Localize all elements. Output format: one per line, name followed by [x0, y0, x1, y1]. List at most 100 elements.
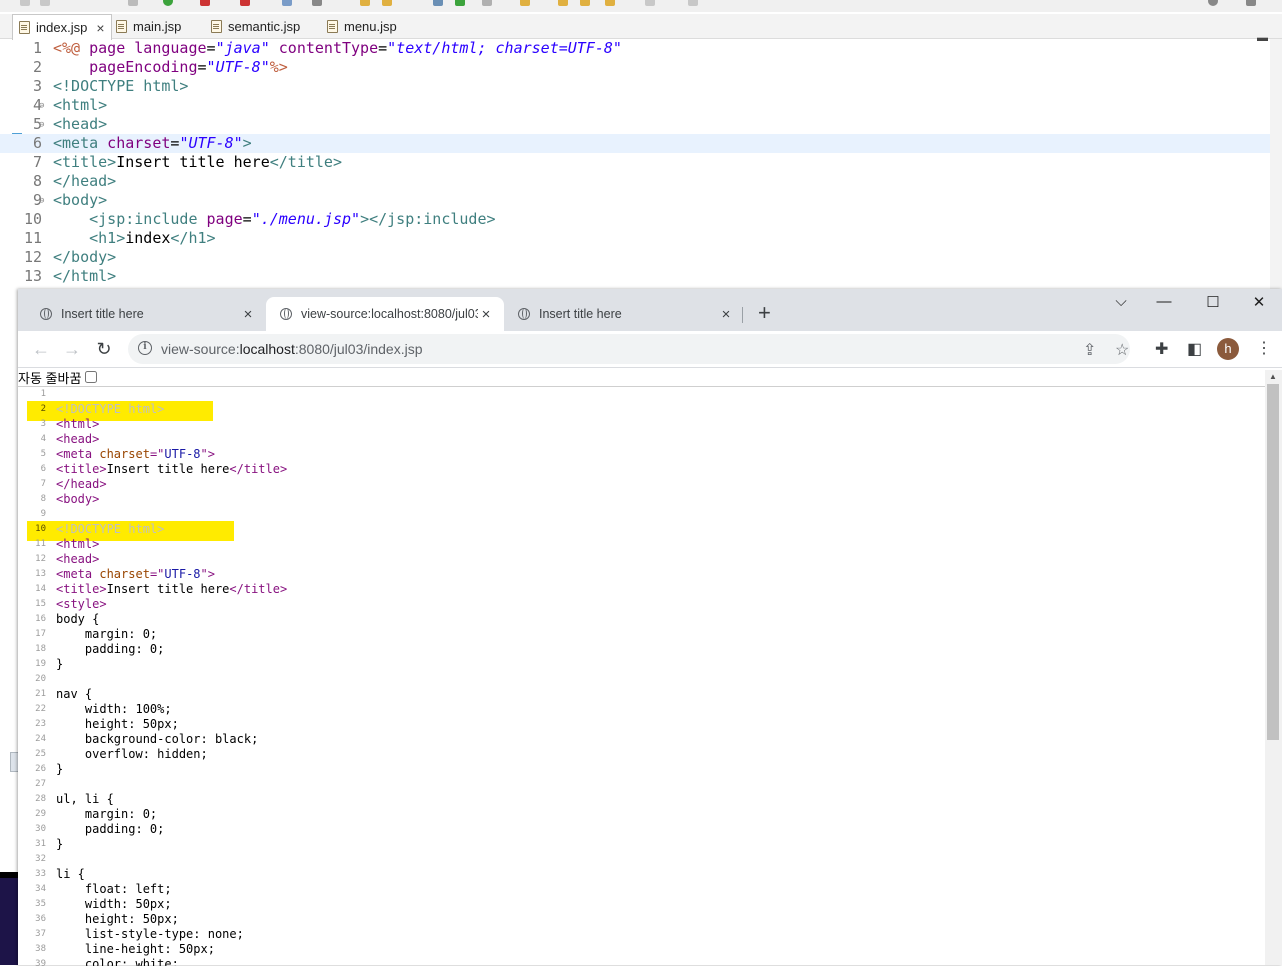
line-number: 10: [23, 210, 42, 228]
browser-tab-2-active[interactable]: view-source:localhost:8080/jul03 ×: [266, 297, 504, 331]
toolbar-icon[interactable]: [520, 0, 530, 6]
minimize-button[interactable]: —: [1149, 293, 1179, 310]
site-info-icon[interactable]: i: [138, 341, 152, 355]
back-arrow-icon[interactable]: [558, 0, 568, 6]
more-menu-icon[interactable]: ⋮: [1256, 338, 1272, 358]
source-line: 9: [18, 507, 1265, 522]
source-code: <style>: [56, 597, 107, 611]
scrollbar-thumb[interactable]: [1267, 384, 1279, 740]
share-icon[interactable]: ⇪: [1083, 340, 1096, 360]
source-line: 20: [18, 672, 1265, 687]
source-code: <!DOCTYPE html>: [56, 402, 165, 416]
editor-tab-index-jsp[interactable]: index.jsp ×: [12, 14, 112, 40]
source-code: <head>: [56, 552, 100, 566]
back-button[interactable]: ←: [30, 339, 52, 360]
url-text[interactable]: view-source:localhost:8080/jul03/index.j…: [161, 341, 423, 357]
close-icon[interactable]: ×: [718, 306, 734, 323]
toolbar-icon[interactable]: [645, 0, 655, 6]
toolbar-icon[interactable]: [382, 0, 392, 6]
source-line: 33 li {: [18, 867, 1265, 882]
line-wrap-checkbox[interactable]: [85, 371, 98, 383]
line-number: 2: [32, 58, 42, 76]
source-line-number: 22: [35, 704, 46, 714]
run-icon[interactable]: [163, 0, 173, 6]
toolbar-icon[interactable]: [605, 0, 615, 6]
close-icon[interactable]: ×: [240, 306, 256, 323]
bookmark-star-icon[interactable]: ☆: [1115, 340, 1129, 360]
fold-toggle-icon[interactable]: ⊖: [39, 192, 44, 211]
source-line-number: 23: [35, 719, 46, 729]
forward-button[interactable]: →: [61, 339, 83, 360]
toolbar-icon[interactable]: [240, 0, 250, 6]
source-line-number: 2: [40, 404, 46, 414]
source-line: 12 <head>: [18, 552, 1265, 567]
code-editor[interactable]: 1 <%@ page language="java" contentType="t…: [0, 39, 1282, 289]
line-number: 13: [23, 267, 42, 285]
close-icon[interactable]: ×: [478, 306, 494, 323]
editor-tab-menu-jsp[interactable]: menu.jsp: [321, 14, 397, 38]
toolbar-icon[interactable]: [200, 0, 210, 6]
source-code: padding: 0;: [56, 822, 165, 836]
folder-icon[interactable]: [360, 0, 370, 6]
source-code: margin: 0;: [56, 627, 158, 641]
new-tab-button[interactable]: +: [758, 302, 771, 324]
toolbar-icon[interactable]: [312, 0, 322, 6]
toolbar-icon[interactable]: [688, 0, 698, 6]
source-code: li {: [56, 867, 85, 881]
close-window-button[interactable]: ✕: [1244, 293, 1274, 311]
search-icon[interactable]: [1208, 0, 1218, 6]
profile-avatar[interactable]: h: [1217, 338, 1239, 360]
close-icon[interactable]: ×: [96, 20, 104, 36]
source-line-number: 8: [40, 494, 46, 504]
line-number: 8: [32, 172, 42, 190]
scroll-up-icon[interactable]: ▲: [1269, 372, 1277, 381]
side-panel-icon[interactable]: ◧: [1187, 339, 1202, 359]
editor-line: 11 <h1>index</h1>: [0, 229, 1270, 248]
browser-tab-1[interactable]: Insert title here ×: [26, 297, 266, 331]
reload-button[interactable]: ↻: [93, 339, 115, 360]
toolbar-icon[interactable]: [282, 0, 292, 6]
jsp-file-icon: [211, 19, 222, 33]
extensions-icon[interactable]: ✚: [1155, 339, 1168, 359]
jsp-file-icon: [116, 19, 127, 33]
toolbar-icon[interactable]: [455, 0, 465, 6]
source-line-number: 25: [35, 749, 46, 759]
source-line-number: 12: [35, 554, 46, 564]
editor-tab-main-jsp[interactable]: main.jsp: [110, 14, 181, 38]
code-text: </head>: [53, 172, 117, 190]
toolbar-icon[interactable]: [20, 0, 30, 6]
toolbar-icon[interactable]: [433, 0, 443, 6]
source-line: 5 <meta charset="UTF-8">: [18, 447, 1265, 462]
line-wrap-label: 자동 줄바꿈: [18, 370, 82, 386]
line-number: 12: [23, 248, 42, 266]
line-number: 11: [23, 229, 42, 247]
source-line: 3 <html>: [18, 417, 1265, 432]
fold-toggle-icon[interactable]: ⊖: [39, 97, 44, 116]
source-line-number: 13: [35, 569, 46, 579]
source-line-number: 1: [40, 389, 46, 399]
forward-arrow-icon[interactable]: [580, 0, 590, 6]
browser-tab-3[interactable]: Insert title here ×: [504, 297, 744, 331]
code-text: <%@ page language="java" contentType="te…: [53, 39, 622, 57]
toolbar-icon[interactable]: [482, 0, 492, 6]
source-code: }: [56, 837, 64, 851]
perspective-icon[interactable]: [1246, 0, 1256, 6]
source-line-highlighted: 10 <!DOCTYPE html>: [18, 521, 1265, 541]
source-line: 11 <html>: [18, 537, 1265, 552]
browser-tab-strip: Insert title here × view-source:localhos…: [18, 289, 1282, 331]
fold-toggle-icon[interactable]: ⊖: [39, 116, 44, 135]
source-line: 35 width: 50px;: [18, 897, 1265, 912]
toolbar-icon[interactable]: [128, 0, 138, 6]
address-bar[interactable]: i view-source:localhost:8080/jul03/index…: [128, 334, 1130, 364]
editor-tab-semantic-jsp[interactable]: semantic.jsp: [205, 14, 300, 38]
source-code: </head>: [56, 477, 107, 491]
vertical-scrollbar[interactable]: ▲: [1265, 370, 1282, 965]
maximize-button[interactable]: ☐: [1198, 293, 1228, 311]
source-line: 16 body {: [18, 612, 1265, 627]
source-code: <body>: [56, 492, 100, 506]
editor-line: 1 <%@ page language="java" contentType="t…: [0, 39, 1270, 58]
source-code: nav {: [56, 687, 93, 701]
code-text: <body>: [53, 191, 108, 209]
toolbar-icon[interactable]: [40, 0, 50, 6]
tab-search-icon[interactable]: ⌵: [1106, 293, 1136, 310]
